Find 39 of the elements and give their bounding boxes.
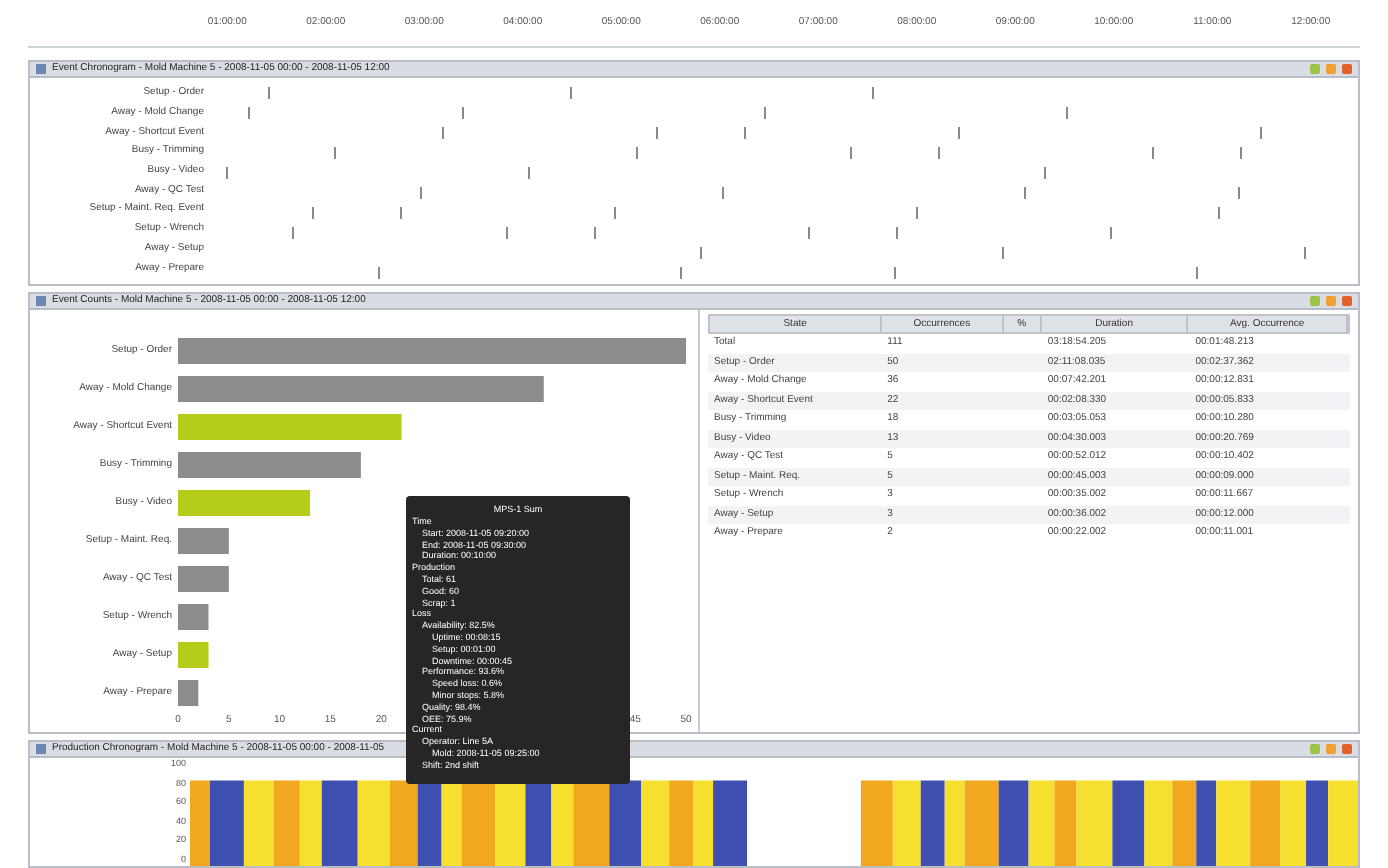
histogram-bar: [1328, 780, 1358, 866]
histogram-bar: [669, 780, 694, 866]
close-icon[interactable]: [1342, 744, 1352, 754]
histogram-bar: [273, 780, 300, 866]
histogram-bar: [389, 780, 418, 866]
histogram-bar: [609, 780, 642, 866]
panel-icon: [36, 744, 46, 754]
bar: [178, 642, 209, 668]
histogram-bar: [860, 780, 893, 866]
bar: [178, 680, 199, 706]
histogram-bar: [920, 780, 945, 866]
minimize-icon[interactable]: [1310, 744, 1320, 754]
close-icon[interactable]: [1342, 296, 1352, 306]
histogram-bar: [495, 780, 526, 866]
histogram-bar: [1028, 780, 1055, 866]
histogram-bar: [1144, 780, 1173, 866]
histogram-bar: [892, 780, 921, 866]
histogram-bar: [1306, 780, 1329, 866]
minimize-icon[interactable]: [1310, 64, 1320, 74]
panel-icon: [36, 296, 46, 306]
close-icon[interactable]: [1342, 64, 1352, 74]
histogram-bar: [641, 780, 670, 866]
restore-icon[interactable]: [1326, 744, 1336, 754]
histogram-bar: [1250, 780, 1281, 866]
bar: [178, 490, 311, 516]
histogram-bar: [525, 780, 552, 866]
histogram-bar: [1172, 780, 1197, 866]
restore-icon[interactable]: [1326, 64, 1336, 74]
histogram-bar: [1280, 780, 1307, 866]
restore-icon[interactable]: [1326, 296, 1336, 306]
panel-icon: [36, 64, 46, 74]
bar: [178, 566, 229, 592]
bar: [178, 604, 209, 630]
histogram-bar: [998, 780, 1029, 866]
histogram-bar: [1112, 780, 1145, 866]
minimize-icon[interactable]: [1310, 296, 1320, 306]
bar: [178, 528, 229, 554]
histogram-bar: [243, 780, 274, 866]
histogram-bar: [357, 780, 390, 866]
